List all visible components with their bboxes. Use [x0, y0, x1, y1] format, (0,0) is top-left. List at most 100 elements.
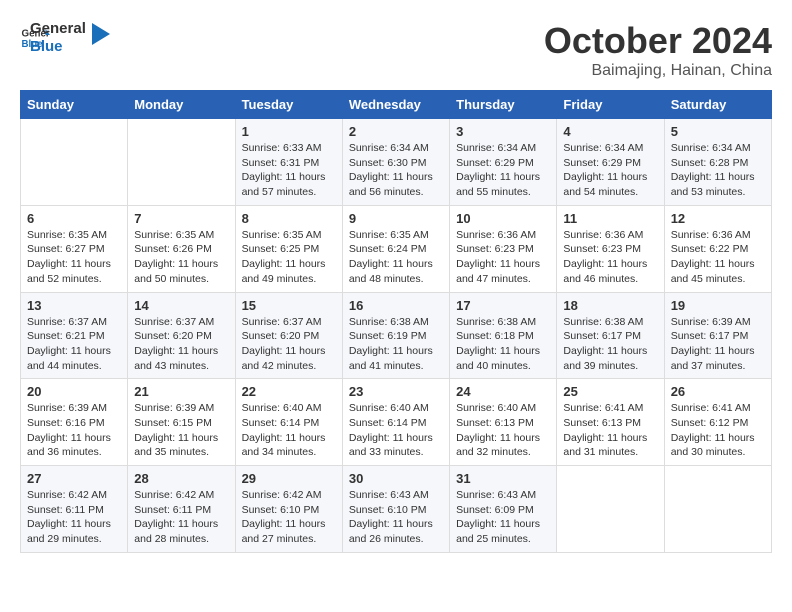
calendar-week-row: 20 Sunrise: 6:39 AM Sunset: 6:16 PM Dayli…: [21, 379, 772, 466]
day-info: Sunrise: 6:37 AM Sunset: 6:20 PM Dayligh…: [242, 315, 336, 374]
day-info: Sunrise: 6:36 AM Sunset: 6:23 PM Dayligh…: [456, 228, 550, 287]
day-number: 11: [563, 211, 657, 226]
calendar-cell: 30 Sunrise: 6:43 AM Sunset: 6:10 PM Dayli…: [342, 466, 449, 553]
calendar-cell: 1 Sunrise: 6:33 AM Sunset: 6:31 PM Daylig…: [235, 119, 342, 206]
day-number: 12: [671, 211, 765, 226]
calendar-cell: 27Sunrise: 6:42 AM Sunset: 6:11 PM Dayli…: [21, 466, 128, 553]
day-info: Sunrise: 6:34 AM Sunset: 6:28 PM Dayligh…: [671, 141, 765, 200]
calendar-cell: 22Sunrise: 6:40 AM Sunset: 6:14 PM Dayli…: [235, 379, 342, 466]
day-number: 23: [349, 384, 443, 399]
weekday-header-sunday: Sunday: [21, 91, 128, 119]
day-number: 26: [671, 384, 765, 399]
calendar-cell: 4 Sunrise: 6:34 AM Sunset: 6:29 PM Daylig…: [557, 119, 664, 206]
calendar-cell: 8 Sunrise: 6:35 AM Sunset: 6:25 PM Daylig…: [235, 205, 342, 292]
day-info: Sunrise: 6:38 AM Sunset: 6:18 PM Dayligh…: [456, 315, 550, 374]
calendar-table: SundayMondayTuesdayWednesdayThursdayFrid…: [20, 90, 772, 553]
calendar-cell: 6 Sunrise: 6:35 AM Sunset: 6:27 PM Daylig…: [21, 205, 128, 292]
day-info: Sunrise: 6:33 AM Sunset: 6:31 PM Dayligh…: [242, 141, 336, 200]
day-info: Sunrise: 6:40 AM Sunset: 6:14 PM Dayligh…: [242, 401, 336, 460]
day-number: 8: [242, 211, 336, 226]
calendar-cell: 26 Sunrise: 6:41 AM Sunset: 6:12 PM Dayli…: [664, 379, 771, 466]
calendar-week-row: 6 Sunrise: 6:35 AM Sunset: 6:27 PM Daylig…: [21, 205, 772, 292]
day-number: 2: [349, 124, 443, 139]
calendar-week-row: 27Sunrise: 6:42 AM Sunset: 6:11 PM Dayli…: [21, 466, 772, 553]
day-info: Sunrise: 6:42 AM Sunset: 6:10 PM Dayligh…: [242, 488, 336, 547]
weekday-header-tuesday: Tuesday: [235, 91, 342, 119]
page-header: General Blue General Blue October 2024 B…: [20, 20, 772, 80]
day-info: Sunrise: 6:34 AM Sunset: 6:29 PM Dayligh…: [563, 141, 657, 200]
calendar-cell: 5 Sunrise: 6:34 AM Sunset: 6:28 PM Daylig…: [664, 119, 771, 206]
calendar-cell: 29 Sunrise: 6:42 AM Sunset: 6:10 PM Dayli…: [235, 466, 342, 553]
weekday-header-saturday: Saturday: [664, 91, 771, 119]
calendar-cell: [664, 466, 771, 553]
calendar-cell: 19Sunrise: 6:39 AM Sunset: 6:17 PM Dayli…: [664, 292, 771, 379]
day-number: 10: [456, 211, 550, 226]
calendar-cell: 28Sunrise: 6:42 AM Sunset: 6:11 PM Dayli…: [128, 466, 235, 553]
calendar-cell: [21, 119, 128, 206]
logo-general: General: [30, 20, 86, 38]
day-info: Sunrise: 6:38 AM Sunset: 6:17 PM Dayligh…: [563, 315, 657, 374]
calendar-cell: 13 Sunrise: 6:37 AM Sunset: 6:21 PM Dayli…: [21, 292, 128, 379]
calendar-cell: 2 Sunrise: 6:34 AM Sunset: 6:30 PM Daylig…: [342, 119, 449, 206]
title-area: October 2024 Baimajing, Hainan, China: [544, 20, 772, 80]
calendar-cell: 14 Sunrise: 6:37 AM Sunset: 6:20 PM Dayli…: [128, 292, 235, 379]
day-info: Sunrise: 6:34 AM Sunset: 6:30 PM Dayligh…: [349, 141, 443, 200]
calendar-cell: 21 Sunrise: 6:39 AM Sunset: 6:15 PM Dayli…: [128, 379, 235, 466]
day-info: Sunrise: 6:37 AM Sunset: 6:21 PM Dayligh…: [27, 315, 121, 374]
day-number: 7: [134, 211, 228, 226]
day-info: Sunrise: 6:37 AM Sunset: 6:20 PM Dayligh…: [134, 315, 228, 374]
calendar-cell: 10 Sunrise: 6:36 AM Sunset: 6:23 PM Dayli…: [450, 205, 557, 292]
day-number: 5: [671, 124, 765, 139]
day-number: 9: [349, 211, 443, 226]
calendar-cell: 11 Sunrise: 6:36 AM Sunset: 6:23 PM Dayli…: [557, 205, 664, 292]
day-info: Sunrise: 6:43 AM Sunset: 6:10 PM Dayligh…: [349, 488, 443, 547]
day-info: Sunrise: 6:36 AM Sunset: 6:22 PM Dayligh…: [671, 228, 765, 287]
logo: General Blue General Blue: [20, 20, 110, 56]
day-info: Sunrise: 6:36 AM Sunset: 6:23 PM Dayligh…: [563, 228, 657, 287]
day-number: 4: [563, 124, 657, 139]
calendar-cell: [128, 119, 235, 206]
calendar-header-row: SundayMondayTuesdayWednesdayThursdayFrid…: [21, 91, 772, 119]
day-number: 13: [27, 298, 121, 313]
day-number: 17: [456, 298, 550, 313]
calendar-cell: 12 Sunrise: 6:36 AM Sunset: 6:22 PM Dayli…: [664, 205, 771, 292]
day-number: 29: [242, 471, 336, 486]
day-number: 1: [242, 124, 336, 139]
day-info: Sunrise: 6:41 AM Sunset: 6:12 PM Dayligh…: [671, 401, 765, 460]
day-info: Sunrise: 6:35 AM Sunset: 6:25 PM Dayligh…: [242, 228, 336, 287]
month-title: October 2024: [544, 20, 772, 62]
logo-arrow-icon: [92, 23, 110, 45]
calendar-cell: 9 Sunrise: 6:35 AM Sunset: 6:24 PM Daylig…: [342, 205, 449, 292]
weekday-header-monday: Monday: [128, 91, 235, 119]
day-info: Sunrise: 6:35 AM Sunset: 6:27 PM Dayligh…: [27, 228, 121, 287]
day-info: Sunrise: 6:39 AM Sunset: 6:15 PM Dayligh…: [134, 401, 228, 460]
calendar-cell: 15 Sunrise: 6:37 AM Sunset: 6:20 PM Dayli…: [235, 292, 342, 379]
day-number: 6: [27, 211, 121, 226]
day-number: 20: [27, 384, 121, 399]
calendar-cell: 20 Sunrise: 6:39 AM Sunset: 6:16 PM Dayli…: [21, 379, 128, 466]
weekday-header-thursday: Thursday: [450, 91, 557, 119]
day-number: 19: [671, 298, 765, 313]
day-number: 30: [349, 471, 443, 486]
calendar-cell: 31Sunrise: 6:43 AM Sunset: 6:09 PM Dayli…: [450, 466, 557, 553]
day-number: 14: [134, 298, 228, 313]
day-number: 18: [563, 298, 657, 313]
day-info: Sunrise: 6:40 AM Sunset: 6:14 PM Dayligh…: [349, 401, 443, 460]
day-number: 24: [456, 384, 550, 399]
day-info: Sunrise: 6:35 AM Sunset: 6:24 PM Dayligh…: [349, 228, 443, 287]
day-info: Sunrise: 6:34 AM Sunset: 6:29 PM Dayligh…: [456, 141, 550, 200]
weekday-header-friday: Friday: [557, 91, 664, 119]
day-number: 15: [242, 298, 336, 313]
day-info: Sunrise: 6:38 AM Sunset: 6:19 PM Dayligh…: [349, 315, 443, 374]
calendar-cell: 25Sunrise: 6:41 AM Sunset: 6:13 PM Dayli…: [557, 379, 664, 466]
day-info: Sunrise: 6:43 AM Sunset: 6:09 PM Dayligh…: [456, 488, 550, 547]
day-info: Sunrise: 6:39 AM Sunset: 6:16 PM Dayligh…: [27, 401, 121, 460]
calendar-cell: 24 Sunrise: 6:40 AM Sunset: 6:13 PM Dayli…: [450, 379, 557, 466]
day-number: 21: [134, 384, 228, 399]
location-title: Baimajing, Hainan, China: [544, 62, 772, 80]
day-number: 16: [349, 298, 443, 313]
day-info: Sunrise: 6:35 AM Sunset: 6:26 PM Dayligh…: [134, 228, 228, 287]
day-number: 3: [456, 124, 550, 139]
calendar-week-row: 1 Sunrise: 6:33 AM Sunset: 6:31 PM Daylig…: [21, 119, 772, 206]
day-info: Sunrise: 6:40 AM Sunset: 6:13 PM Dayligh…: [456, 401, 550, 460]
